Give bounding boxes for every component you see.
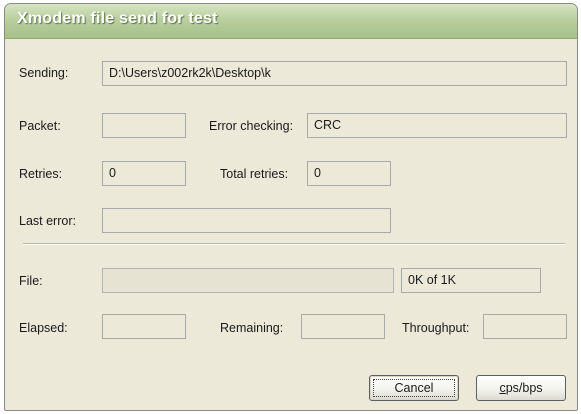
sending-path-field: D:\Users\z002rk2k\Desktop\k [102, 61, 567, 86]
last-error-label: Last error: [19, 214, 76, 228]
error-checking-label: Error checking: [209, 119, 294, 133]
error-checking-field: CRC [307, 113, 567, 138]
file-size-field: 0K of 1K [401, 268, 541, 293]
file-label: File: [19, 274, 43, 288]
remaining-label: Remaining: [220, 321, 284, 335]
cancel-button-label: Cancel [394, 381, 434, 395]
remaining-field [301, 314, 385, 339]
cancel-button[interactable]: Cancel [369, 375, 459, 401]
throughput-label: Throughput: [402, 321, 470, 335]
retries-label: Retries: [19, 167, 63, 181]
packet-field [102, 113, 186, 138]
elapsed-field [102, 314, 186, 339]
section-divider [23, 243, 565, 245]
file-progress-bar [102, 268, 394, 293]
window-title: Xmodem file send for test [17, 10, 218, 27]
xmodem-send-dialog: Xmodem file send for test Sending: D:\Us… [4, 3, 578, 411]
retries-field: 0 [102, 161, 186, 186]
total-retries-label: Total retries: [220, 167, 289, 181]
cps-bps-button-label: cps/bps [499, 381, 543, 395]
total-retries-field: 0 [307, 161, 391, 186]
throughput-field [483, 314, 567, 339]
title-bar[interactable]: Xmodem file send for test [5, 4, 577, 39]
cps-bps-button[interactable]: cps/bps [476, 375, 566, 401]
packet-label: Packet: [19, 119, 61, 133]
last-error-field [102, 208, 391, 233]
sending-label: Sending: [19, 66, 69, 80]
elapsed-label: Elapsed: [19, 321, 68, 335]
dialog-client-area: Sending: D:\Users\z002rk2k\Desktop\k Pac… [9, 39, 573, 406]
